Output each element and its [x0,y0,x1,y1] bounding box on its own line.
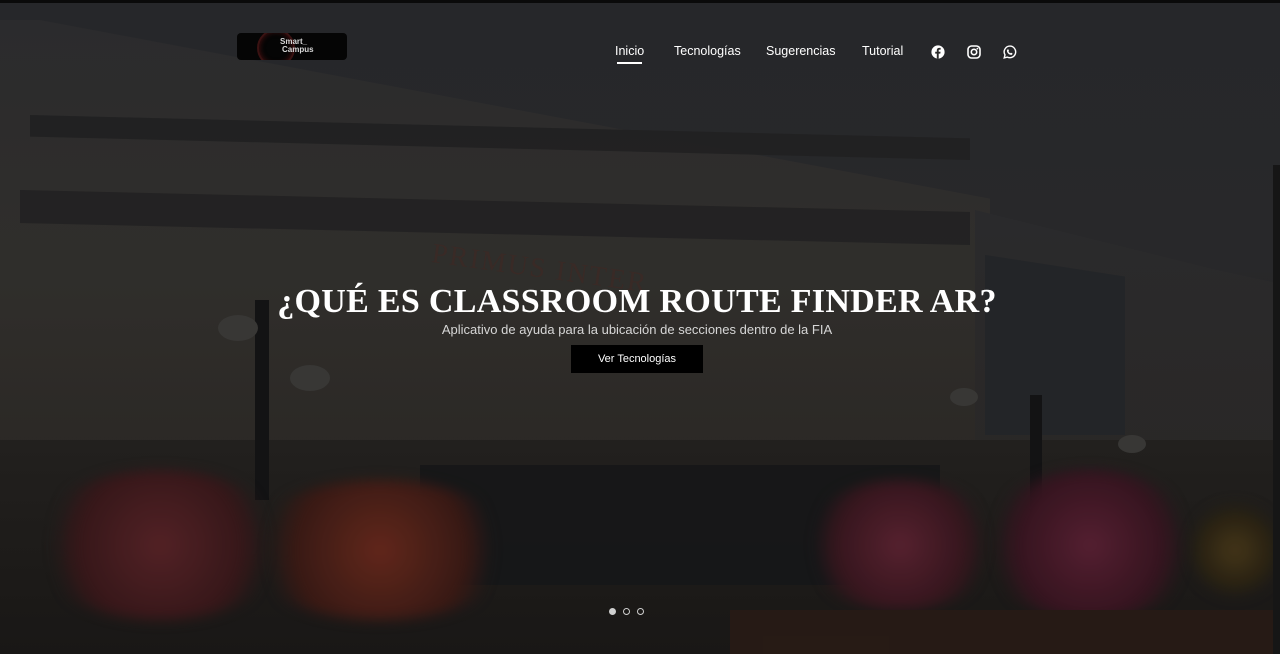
carousel-dot-1[interactable] [609,608,616,615]
navbar: Smart_ Campus Inicio Tecnologías Sugeren… [0,0,1280,100]
page-edge [1273,165,1280,654]
nav-item-tutorial[interactable]: Tutorial [862,44,903,58]
nav-item-tecnologias[interactable]: Tecnologías [674,44,741,58]
carousel-indicators [609,608,644,615]
nav-item-inicio[interactable]: Inicio [615,44,644,64]
smart-campus-logo[interactable]: Smart_ Campus [237,33,347,60]
nav-item-sugerencias[interactable]: Sugerencias [766,44,836,58]
hero-subtitle: Aplicativo de ayuda para la ubicación de… [441,322,833,337]
logo-text: Smart_ Campus [280,38,314,54]
facebook-icon[interactable] [931,45,945,59]
carousel-dot-2[interactable] [623,608,630,615]
logo-line2: Campus [282,45,314,54]
hero-title: ¿QUÉ ES CLASSROOM ROUTE FINDER AR? [277,283,997,320]
carousel-dot-3[interactable] [637,608,644,615]
ver-tecnologias-button[interactable]: Ver Tecnologías [571,345,703,373]
instagram-icon[interactable] [967,45,981,59]
whatsapp-icon[interactable] [1003,45,1017,59]
